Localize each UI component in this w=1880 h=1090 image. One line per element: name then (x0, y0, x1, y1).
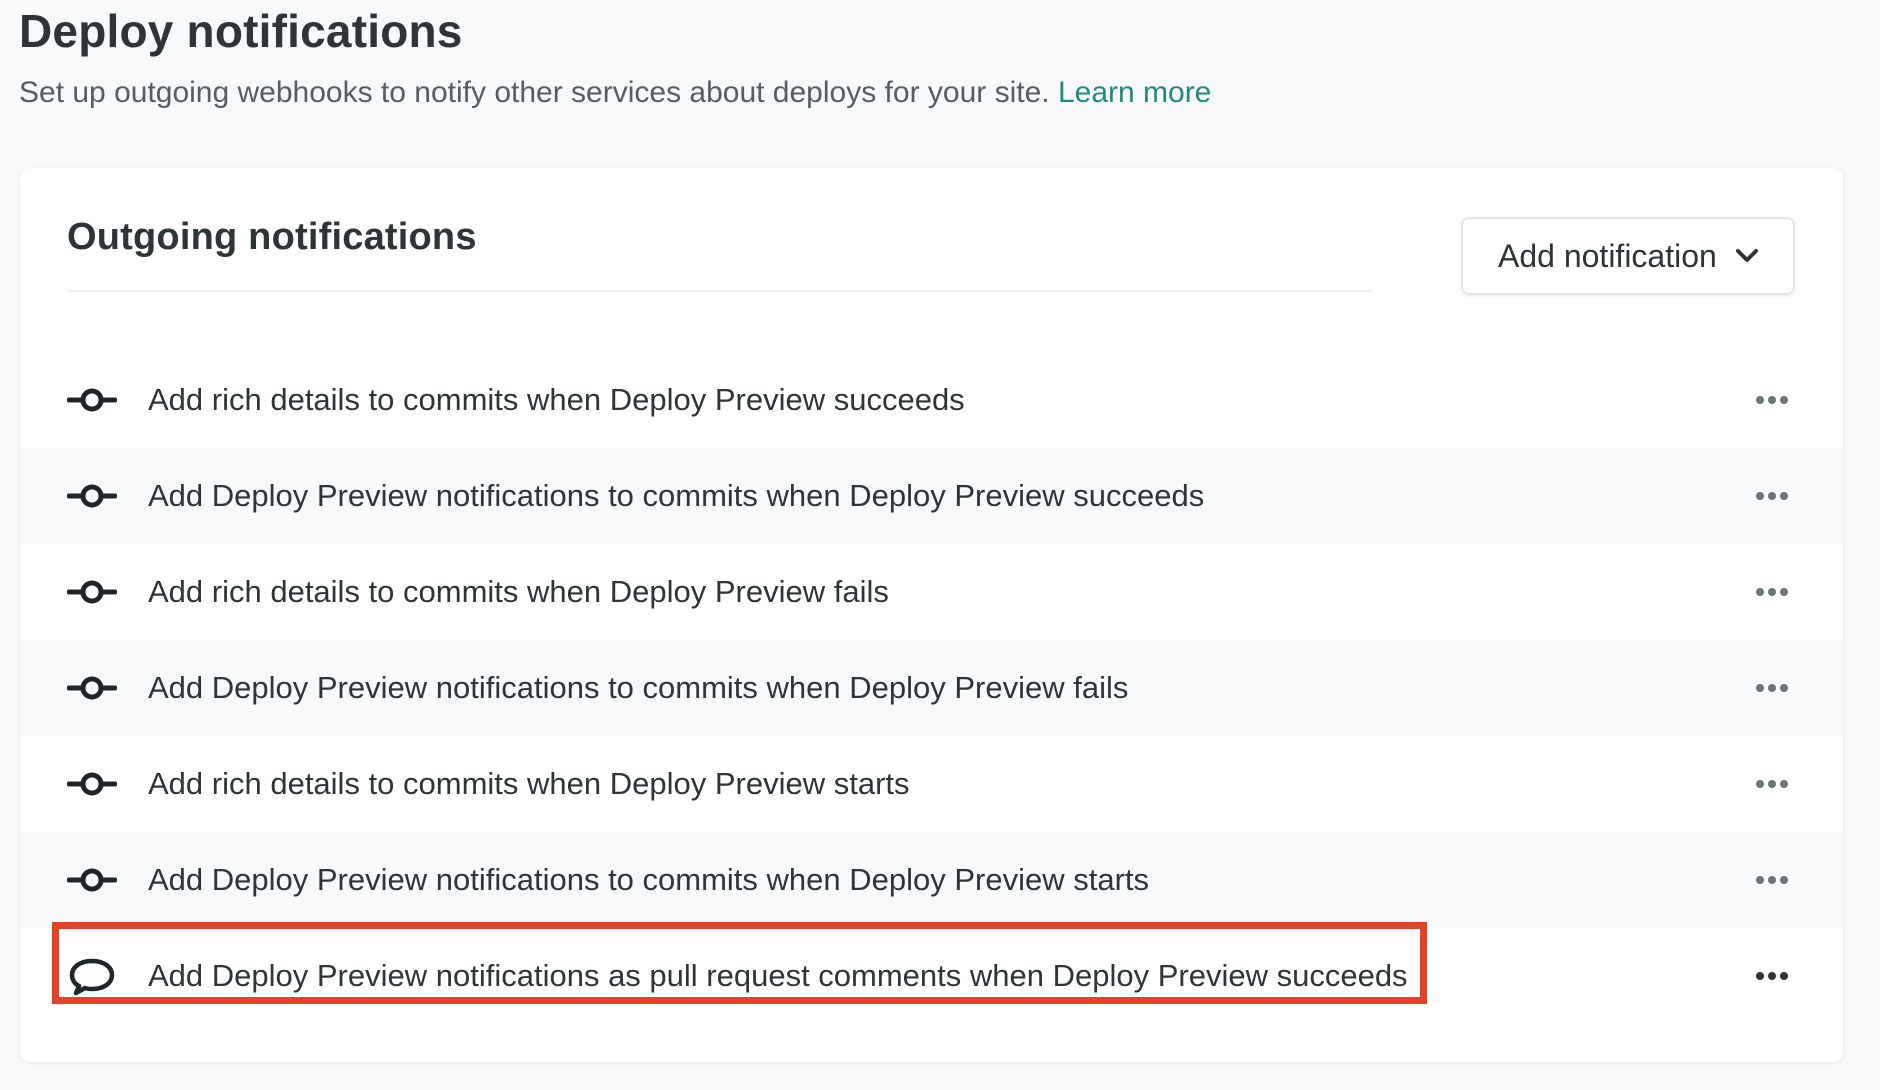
notification-row: Add Deploy Preview notifications to comm… (20, 832, 1843, 928)
notification-label: Add Deploy Preview notifications to comm… (148, 862, 1150, 897)
notifications-list: Add rich details to commits when Deploy … (20, 352, 1843, 1024)
deploy-notifications-page: Deploy notifications Set up outgoing web… (0, 0, 1880, 1090)
more-options-icon[interactable] (1754, 394, 1790, 406)
learn-more-link[interactable]: Learn more (1058, 76, 1211, 109)
page-subtitle: Set up outgoing webhooks to notify other… (19, 76, 1211, 110)
more-options-icon[interactable] (1754, 874, 1790, 886)
add-notification-button[interactable]: Add notification (1461, 217, 1795, 295)
commit-icon (67, 676, 117, 700)
notification-label: Add rich details to commits when Deploy … (148, 574, 889, 609)
commit-icon (67, 772, 117, 796)
card-title: Outgoing notifications (67, 216, 477, 258)
notification-row: Add Deploy Preview notifications to comm… (20, 640, 1843, 736)
more-options-icon[interactable] (1754, 970, 1790, 982)
more-options-icon[interactable] (1754, 682, 1790, 694)
commit-icon (67, 388, 117, 412)
notification-row: Add rich details to commits when Deploy … (20, 544, 1843, 640)
notification-row: Add Deploy Preview notifications as pull… (20, 928, 1843, 1024)
more-options-icon[interactable] (1754, 490, 1790, 502)
comment-icon (69, 958, 115, 996)
add-notification-label: Add notification (1498, 237, 1717, 274)
card-divider (67, 290, 1372, 292)
commit-icon (67, 868, 117, 892)
notification-label: Add Deploy Preview notifications as pull… (148, 958, 1408, 993)
more-options-icon[interactable] (1754, 778, 1790, 790)
notification-label: Add rich details to commits when Deploy … (148, 766, 910, 801)
chevron-down-icon (1735, 249, 1758, 262)
outgoing-notifications-card: Outgoing notifications Add notification … (20, 168, 1843, 1062)
subtitle-text: Set up outgoing webhooks to notify other… (19, 76, 1050, 109)
notification-row: Add Deploy Preview notifications to comm… (20, 448, 1843, 544)
notification-row: Add rich details to commits when Deploy … (20, 352, 1843, 448)
more-options-icon[interactable] (1754, 586, 1790, 598)
page-title: Deploy notifications (19, 5, 463, 57)
notification-label: Add rich details to commits when Deploy … (148, 382, 965, 417)
notification-label: Add Deploy Preview notifications to comm… (148, 478, 1205, 513)
notification-label: Add Deploy Preview notifications to comm… (148, 670, 1129, 705)
commit-icon (67, 580, 117, 604)
commit-icon (67, 484, 117, 508)
notification-row: Add rich details to commits when Deploy … (20, 736, 1843, 832)
